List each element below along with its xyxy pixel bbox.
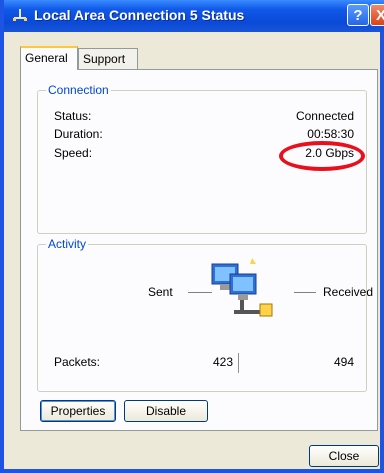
close-button[interactable]: Close — [309, 445, 379, 467]
activity-group-title: Activity — [46, 237, 89, 251]
properties-button[interactable]: Properties — [40, 400, 116, 422]
network-activity-icon — [211, 258, 273, 317]
status-label: Status: — [54, 109, 92, 123]
speed-highlight-ring — [279, 141, 365, 171]
packets-sent-value: 423 — [212, 355, 233, 369]
packets-received-value: 494 — [333, 355, 354, 369]
speed-label: Speed: — [54, 146, 93, 160]
activity-group: Activity Sent Received Packets: 423 494 — [37, 237, 373, 392]
title-bar[interactable]: Local Area Connection 5 Status ? X — [4, 0, 384, 32]
received-line — [294, 292, 316, 293]
help-button[interactable]: ? — [347, 4, 369, 26]
duration-value: 00:58:30 — [307, 127, 354, 141]
status-window: Local Area Connection 5 Status ? X Gener… — [0, 0, 384, 473]
disable-button[interactable]: Disable — [124, 400, 208, 422]
sent-label: Sent — [148, 285, 173, 299]
tab-panel: Connection Status: Connected Duration: 0… — [20, 69, 378, 431]
packets-label: Packets: — [54, 355, 101, 369]
network-connection-icon — [13, 9, 27, 21]
packets-divider — [238, 353, 239, 373]
window-title: Local Area Connection 5 Status — [34, 7, 245, 23]
tab-general[interactable]: General — [20, 46, 78, 70]
received-label: Received — [323, 285, 374, 299]
connection-group-title: Connection — [46, 83, 111, 97]
tab-support[interactable]: Support — [78, 48, 138, 70]
duration-label: Duration: — [54, 127, 103, 141]
close-window-button[interactable]: X — [370, 4, 384, 26]
status-value: Connected — [295, 109, 354, 123]
